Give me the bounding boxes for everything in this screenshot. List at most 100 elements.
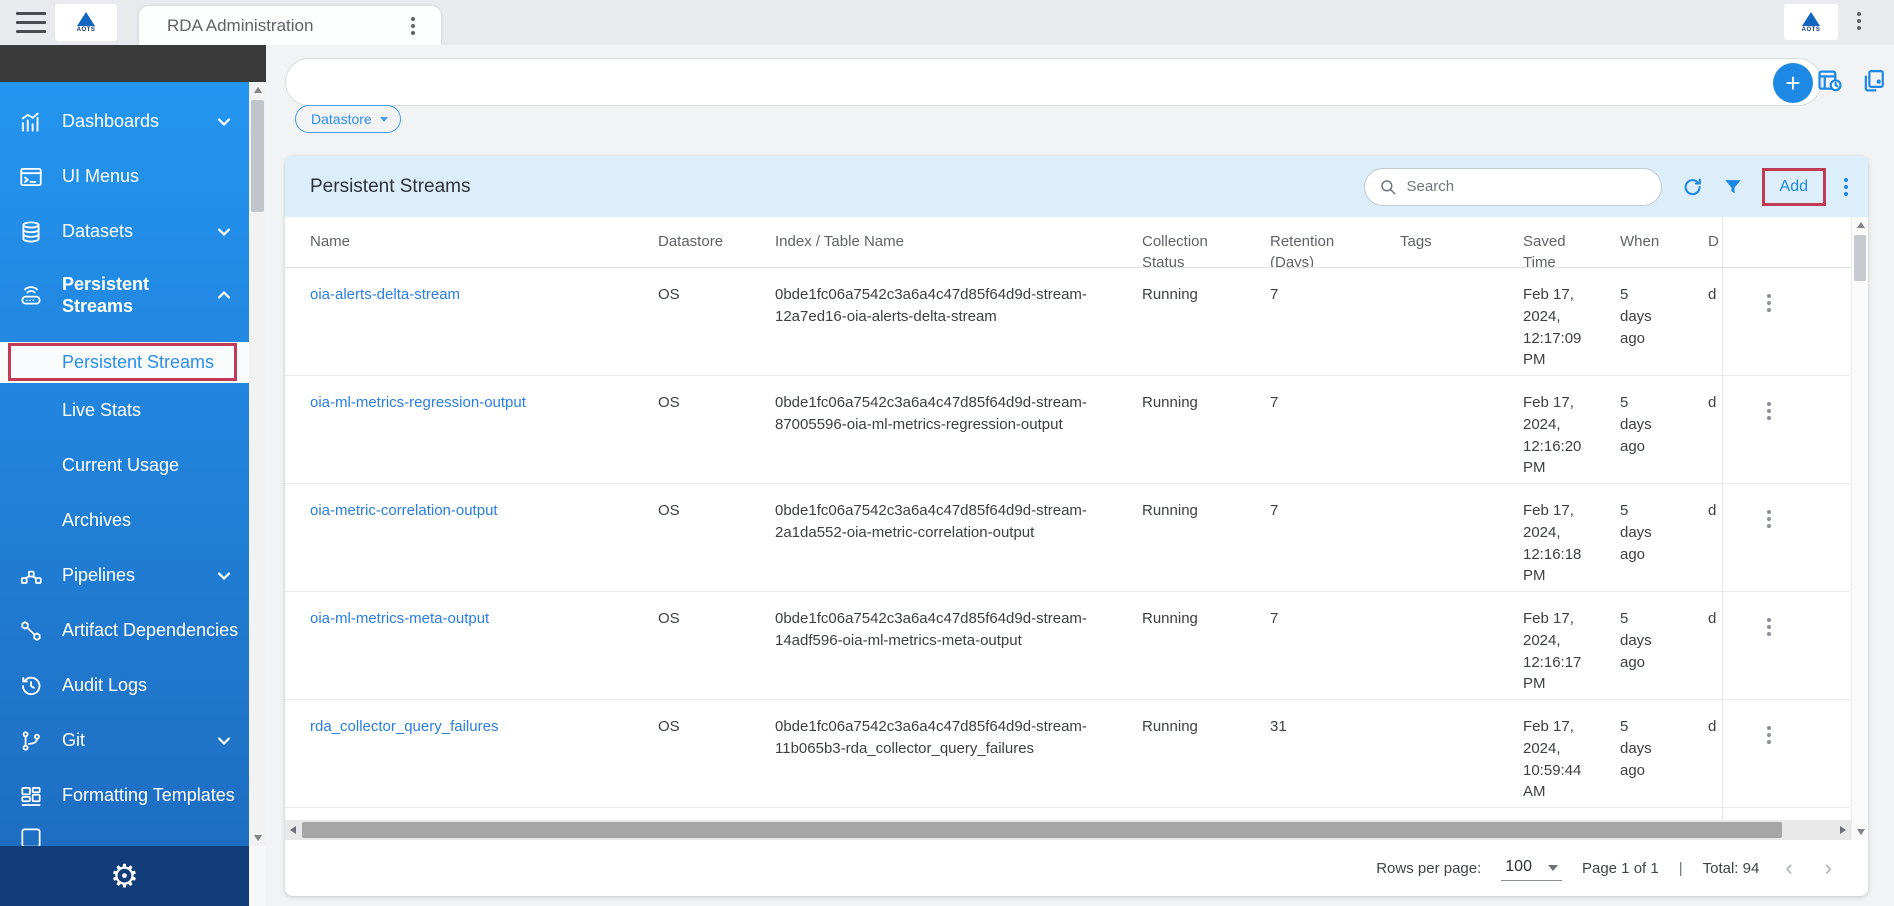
cell-when: 5 days ago (1620, 376, 1708, 483)
sidebar-subitem-current-usage[interactable]: Current Usage (0, 438, 249, 493)
settings-gear-icon[interactable]: ⚙ (110, 860, 139, 892)
cell-when: 5 days ago (1620, 484, 1708, 591)
cell-index: 0bde1fc06a7542c3a6a4c47d85f64d9d-stream-… (775, 376, 1142, 483)
sidebar-subitem-persistent-streams[interactable]: Persistent Streams (0, 342, 249, 383)
scroll-up-icon[interactable] (249, 82, 266, 98)
hamburger-menu-icon[interactable] (16, 12, 46, 33)
stream-name-link[interactable]: oia-alerts-delta-stream (310, 286, 460, 303)
sidebar-item-persistent-streams[interactable]: Persistent Streams (0, 259, 249, 331)
table-header-row: Name Datastore Index / Table Name Collec… (285, 217, 1851, 268)
table-search-input[interactable] (1407, 178, 1617, 195)
cell-status: Running (1142, 376, 1270, 483)
cell-when: 5 days ago (1620, 592, 1708, 699)
scroll-left-icon[interactable] (285, 820, 301, 840)
cell-when: 5 days ago (1620, 808, 1708, 820)
add-button[interactable]: Add (1780, 178, 1808, 196)
previous-page-button[interactable]: ‹ (1779, 857, 1798, 879)
topbar-kebab-icon[interactable] (1857, 12, 1861, 30)
sidebar-item-datasets[interactable]: Datasets (0, 204, 249, 259)
add-query-button[interactable]: + (1773, 63, 1813, 103)
sidebar-nav: Dashboards UI Menus Datasets (0, 82, 249, 846)
sidebar-item-artifact-dependencies[interactable]: Artifact Dependencies (0, 603, 249, 658)
rows-per-page-select[interactable]: 100 (1501, 856, 1562, 881)
copy-page-icon[interactable] (1860, 67, 1888, 95)
row-actions-kebab-icon[interactable] (1767, 726, 1771, 744)
table-row[interactable]: rda_collector_query_failures OS 0bde1fc0… (285, 700, 1851, 808)
cell-retention: 7 (1270, 484, 1400, 591)
column-header-saved-time[interactable]: Saved Time (1523, 217, 1620, 267)
scroll-up-icon[interactable] (1852, 217, 1868, 233)
table-row[interactable]: oia-metric-correlation-output OS 0bde1fc… (285, 484, 1851, 592)
cell-saved-time: Feb 17, 2024, 12:16:17 PM (1523, 592, 1620, 699)
column-header-datastore[interactable]: Datastore (658, 217, 775, 267)
brand-logo-mark-icon (77, 12, 95, 26)
cell-when: 5 days ago (1620, 700, 1708, 807)
querybar-actions (1816, 67, 1888, 95)
sidebar-item-pipelines[interactable]: Pipelines (0, 548, 249, 603)
cell-retention: 7 (1270, 808, 1400, 820)
sidebar-item-dashboards[interactable]: Dashboards (0, 94, 249, 149)
sidebar-item-audit-logs[interactable]: Audit Logs (0, 658, 249, 713)
sidebar: Dashboards UI Menus Datasets (0, 45, 266, 906)
scroll-down-icon[interactable] (1852, 824, 1868, 840)
table-row[interactable]: oia-ml-metrics-regression-output OS 0bde… (285, 376, 1851, 484)
main-content: + Datastore Persistent Streams (266, 45, 1894, 906)
column-header-index[interactable]: Index / Table Name (775, 217, 1142, 267)
cell-tags (1400, 376, 1523, 483)
sidebar-subitem-live-stats[interactable]: Live Stats (0, 383, 249, 438)
table-row-partial[interactable]: formatting-validation-audit OS 0bde1fc06… (285, 808, 1851, 820)
refresh-icon[interactable] (1680, 175, 1704, 199)
column-header-collection-status[interactable]: Collection Status (1142, 217, 1270, 267)
sidebar-item-ui-menus[interactable]: UI Menus (0, 149, 249, 204)
history-clock-icon (18, 673, 44, 699)
cell-saved-time: Feb 17, 2024, 12:17:09 PM (1523, 268, 1620, 375)
next-page-button[interactable]: › (1819, 857, 1838, 879)
table-area: Name Datastore Index / Table Name Collec… (285, 217, 1868, 840)
stream-name-link[interactable]: rda_collector_query_failures (310, 718, 498, 735)
horizontal-scrollbar[interactable] (285, 820, 1851, 840)
cell-index: 0bde1fc06a7542c3a6a4c47d85f64d9d-stream-… (775, 700, 1142, 807)
query-history-icon[interactable] (1816, 67, 1844, 95)
sidebar-item-formatting-templates[interactable]: Formatting Templates (0, 768, 249, 823)
cell-saved-time: Feb 17, 2024, 10:59:44 AM (1523, 700, 1620, 807)
vertical-scrollbar[interactable] (1851, 217, 1868, 840)
scroll-right-icon[interactable] (1835, 820, 1851, 840)
tab-rda-administration[interactable]: RDA Administration (139, 6, 441, 45)
stream-name-link[interactable]: oia-ml-metrics-meta-output (310, 610, 489, 627)
cell-tags (1400, 808, 1523, 820)
row-actions-kebab-icon[interactable] (1767, 402, 1771, 420)
column-header-retention[interactable]: Retention (Days) (1270, 217, 1400, 267)
stream-name-link[interactable]: oia-metric-correlation-output (310, 502, 498, 519)
pagination-separator: | (1679, 860, 1683, 877)
sidebar-item-git[interactable]: Git (0, 713, 249, 768)
sidebar-subitem-archives[interactable]: Archives (0, 493, 249, 548)
stream-name-link[interactable]: oia-ml-metrics-regression-output (310, 394, 526, 411)
chevron-down-icon (217, 734, 231, 753)
filter-icon[interactable] (1722, 176, 1744, 198)
sidebar-scrollbar-thumb[interactable] (251, 100, 264, 212)
cell-d: d (1708, 592, 1722, 699)
cell-datastore: OS (658, 700, 775, 807)
row-actions-kebab-icon[interactable] (1767, 618, 1771, 636)
query-input[interactable] (310, 74, 1821, 91)
column-header-d[interactable]: D (1708, 217, 1722, 267)
table-row[interactable]: oia-alerts-delta-stream OS 0bde1fc06a754… (285, 268, 1851, 376)
column-header-when[interactable]: When (1620, 217, 1708, 267)
row-actions-kebab-icon[interactable] (1767, 294, 1771, 312)
chevron-down-icon (1548, 865, 1558, 871)
sidebar-scrollbar[interactable] (249, 82, 266, 846)
column-header-name[interactable]: Name (285, 217, 658, 267)
row-actions-kebab-icon[interactable] (1767, 510, 1771, 528)
vertical-scrollbar-thumb[interactable] (1854, 235, 1866, 281)
datastore-filter-chip[interactable]: Datastore (295, 105, 401, 133)
cell-d: d (1708, 376, 1722, 483)
cell-d: d (1708, 484, 1722, 591)
bar-chart-icon (18, 109, 44, 135)
scroll-down-icon[interactable] (249, 830, 266, 846)
table-row[interactable]: oia-ml-metrics-meta-output OS 0bde1fc06a… (285, 592, 1851, 700)
column-header-tags[interactable]: Tags (1400, 217, 1523, 267)
horizontal-scrollbar-thumb[interactable] (302, 822, 1782, 838)
sidebar-item-partial[interactable] (0, 823, 249, 846)
panel-kebab-icon[interactable] (1844, 178, 1848, 196)
tab-kebab-icon[interactable] (411, 17, 415, 35)
